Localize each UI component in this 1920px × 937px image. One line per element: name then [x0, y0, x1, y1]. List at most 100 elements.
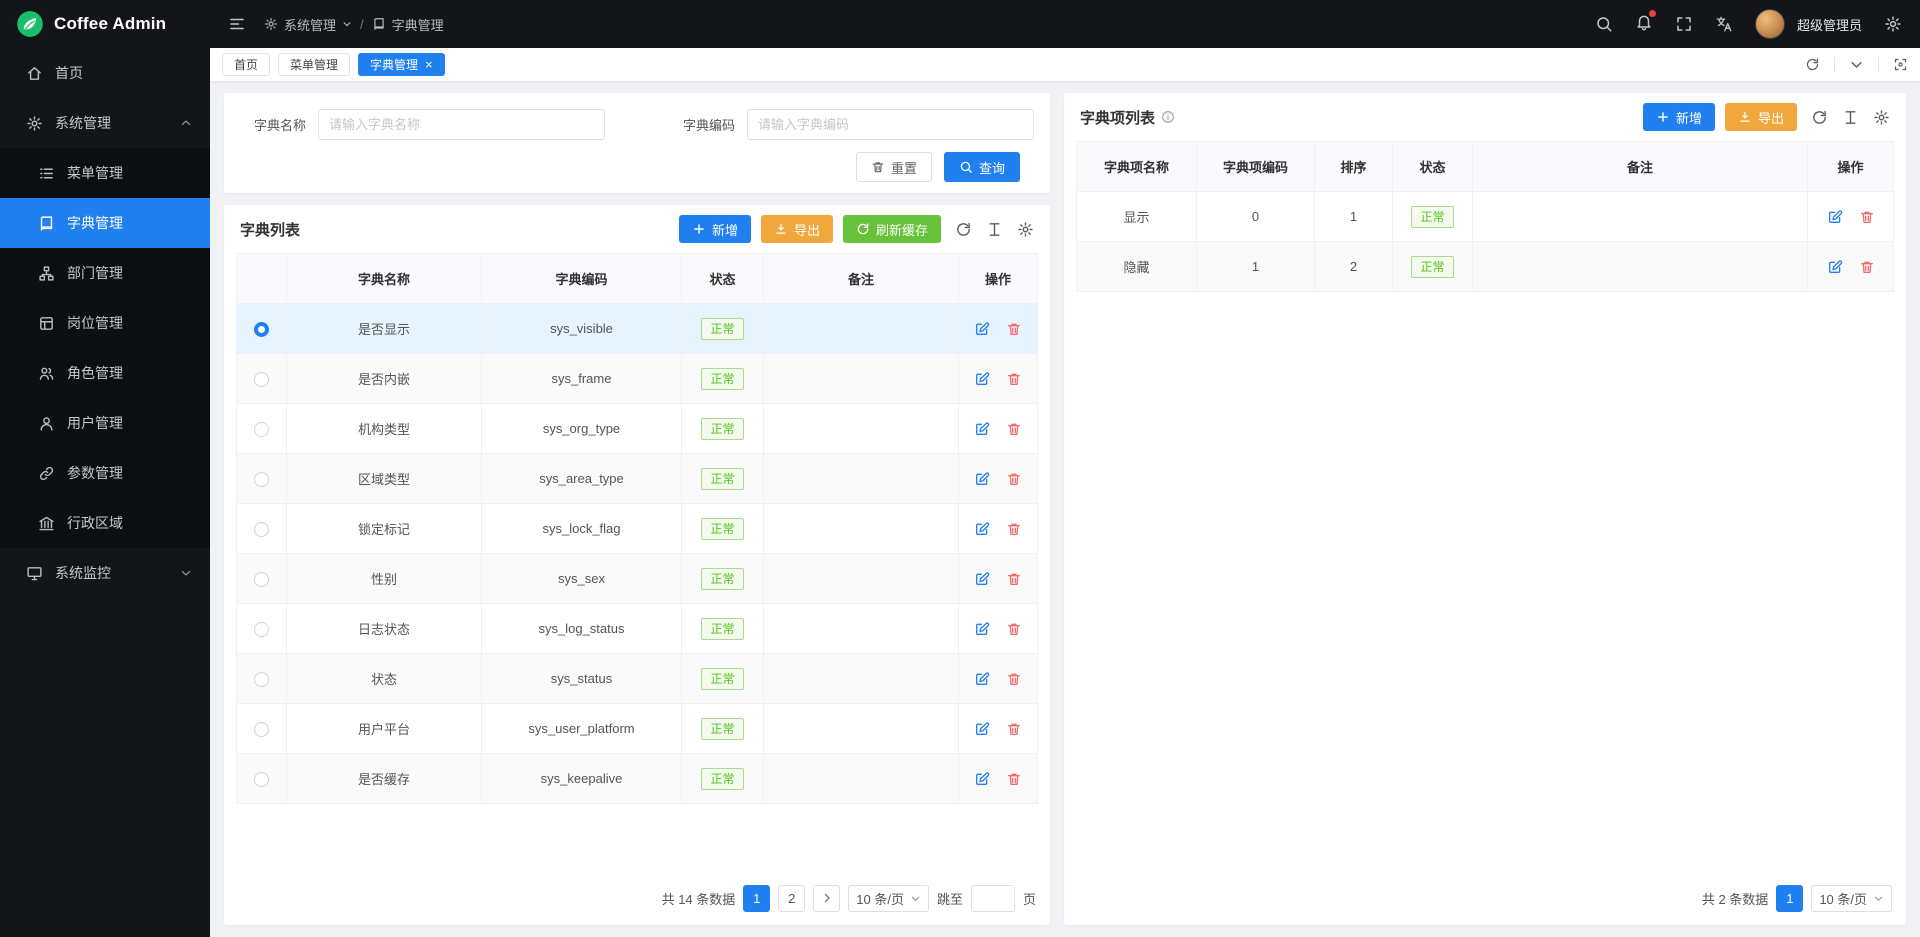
translate-icon[interactable] — [1715, 15, 1733, 33]
fullscreen-icon[interactable] — [1675, 15, 1693, 33]
item-status-cell: 正常 — [1393, 192, 1473, 242]
dict-table-row[interactable]: 日志状态sys_log_status正常 — [237, 604, 1038, 654]
dict-table-row[interactable]: 是否缓存sys_keepalive正常 — [237, 754, 1038, 804]
row-select-radio[interactable] — [254, 672, 269, 687]
next-page-button[interactable] — [813, 885, 840, 912]
jump-page-input[interactable] — [971, 885, 1015, 912]
sidebar-item-system-management[interactable]: 系统管理 — [0, 98, 210, 148]
reset-button[interactable]: 重置 — [856, 152, 932, 182]
dict-table-row[interactable]: 用户平台sys_user_platform正常 — [237, 704, 1038, 754]
dict-name-cell: 锁定标记 — [287, 504, 482, 554]
row-select-radio[interactable] — [254, 772, 269, 787]
dict-table-row[interactable]: 是否内嵌sys_frame正常 — [237, 354, 1038, 404]
dict-code-input[interactable] — [747, 109, 1034, 140]
delete-icon[interactable] — [1006, 471, 1022, 487]
screenshot-icon[interactable] — [1893, 57, 1908, 72]
column-settings-gear-icon[interactable] — [1873, 109, 1890, 126]
row-select-radio[interactable] — [254, 572, 269, 587]
dict-table-row[interactable]: 是否显示sys_visible正常 — [237, 304, 1038, 354]
delete-icon[interactable] — [1006, 721, 1022, 737]
sidebar-collapse-icon[interactable] — [228, 15, 246, 33]
sidebar-item-system-monitor[interactable]: 系统监控 — [0, 548, 210, 598]
search-icon[interactable] — [1595, 15, 1613, 33]
page-button-2[interactable]: 2 — [778, 885, 805, 912]
sidebar-item-param-management[interactable]: 参数管理 — [0, 448, 210, 498]
dict-name-input[interactable] — [318, 109, 605, 140]
page-size-select[interactable]: 10 条/页 — [848, 885, 929, 912]
refresh-icon[interactable] — [1811, 109, 1828, 126]
row-select-radio[interactable] — [254, 322, 269, 337]
edit-icon[interactable] — [974, 371, 990, 387]
edit-icon[interactable] — [1827, 209, 1843, 225]
delete-icon[interactable] — [1006, 621, 1022, 637]
row-select-radio[interactable] — [254, 522, 269, 537]
query-button[interactable]: 查询 — [944, 152, 1020, 182]
dict-table-row[interactable]: 机构类型sys_org_type正常 — [237, 404, 1038, 454]
dict-table-row[interactable]: 区域类型sys_area_type正常 — [237, 454, 1038, 504]
sidebar-item-dept-management[interactable]: 部门管理 — [0, 248, 210, 298]
delete-icon[interactable] — [1859, 209, 1875, 225]
edit-icon[interactable] — [974, 521, 990, 537]
edit-icon[interactable] — [1827, 259, 1843, 275]
row-select-radio[interactable] — [254, 422, 269, 437]
refresh-icon[interactable] — [1805, 57, 1820, 72]
delete-icon[interactable] — [1006, 671, 1022, 687]
sidebar-item-admin-region[interactable]: 行政区域 — [0, 498, 210, 548]
tab-close-icon[interactable]: × — [425, 58, 433, 71]
row-select-radio[interactable] — [254, 372, 269, 387]
row-select-radio[interactable] — [254, 472, 269, 487]
sidebar-item-menu-management[interactable]: 菜单管理 — [0, 148, 210, 198]
sidebar-item-post-management[interactable]: 岗位管理 — [0, 298, 210, 348]
breadcrumb-system-management[interactable]: 系统管理 — [264, 15, 352, 34]
edit-icon[interactable] — [974, 571, 990, 587]
sidebar-item-role-management[interactable]: 角色管理 — [0, 348, 210, 398]
item-table-row[interactable]: 隐藏12正常 — [1077, 242, 1894, 292]
add-dict-button[interactable]: 新增 — [679, 215, 751, 243]
refresh-icon[interactable] — [955, 221, 972, 238]
edit-icon[interactable] — [974, 721, 990, 737]
page-button-1[interactable]: 1 — [743, 885, 770, 912]
breadcrumb-dict-management[interactable]: 字典管理 — [372, 15, 444, 34]
edit-icon[interactable] — [974, 621, 990, 637]
edit-icon[interactable] — [974, 471, 990, 487]
page-size-select[interactable]: 10 条/页 — [1811, 885, 1892, 912]
tab-dict-management[interactable]: 字典管理 × — [358, 53, 445, 76]
chevron-down-icon[interactable] — [1849, 57, 1864, 72]
user-avatar[interactable] — [1755, 9, 1785, 39]
edit-icon[interactable] — [974, 771, 990, 787]
edit-icon[interactable] — [974, 421, 990, 437]
sidebar-item-home[interactable]: 首页 — [0, 48, 210, 98]
delete-icon[interactable] — [1006, 771, 1022, 787]
density-icon[interactable] — [986, 221, 1003, 238]
page-button-1[interactable]: 1 — [1776, 885, 1803, 912]
dict-table-row[interactable]: 锁定标记sys_lock_flag正常 — [237, 504, 1038, 554]
delete-icon[interactable] — [1006, 321, 1022, 337]
delete-icon[interactable] — [1006, 571, 1022, 587]
notifications-button[interactable] — [1635, 13, 1653, 36]
dict-table-row[interactable]: 状态sys_status正常 — [237, 654, 1038, 704]
tab-menu-management[interactable]: 菜单管理 — [278, 53, 350, 76]
sidebar-item-dict-management[interactable]: 字典管理 — [0, 198, 210, 248]
delete-icon[interactable] — [1006, 371, 1022, 387]
status-badge: 正常 — [701, 418, 743, 440]
export-dict-item-button[interactable]: 导出 — [1725, 103, 1797, 131]
edit-icon[interactable] — [974, 671, 990, 687]
dict-table-row[interactable]: 性别sys_sex正常 — [237, 554, 1038, 604]
row-select-radio[interactable] — [254, 722, 269, 737]
sidebar-item-user-management[interactable]: 用户管理 — [0, 398, 210, 448]
refresh-cache-button[interactable]: 刷新缓存 — [843, 215, 941, 243]
item-table-row[interactable]: 显示01正常 — [1077, 192, 1894, 242]
tab-home[interactable]: 首页 — [222, 53, 270, 76]
export-dict-button[interactable]: 导出 — [761, 215, 833, 243]
edit-icon[interactable] — [974, 321, 990, 337]
row-select-radio[interactable] — [254, 622, 269, 637]
column-settings-gear-icon[interactable] — [1017, 221, 1034, 238]
username[interactable]: 超级管理员 — [1797, 15, 1862, 34]
settings-gear-icon[interactable] — [1884, 15, 1902, 33]
delete-icon[interactable] — [1006, 521, 1022, 537]
delete-icon[interactable] — [1006, 421, 1022, 437]
add-dict-item-button[interactable]: 新增 — [1643, 103, 1715, 131]
density-icon[interactable] — [1842, 109, 1859, 126]
app-logo[interactable]: Coffee Admin — [0, 0, 210, 48]
delete-icon[interactable] — [1859, 259, 1875, 275]
